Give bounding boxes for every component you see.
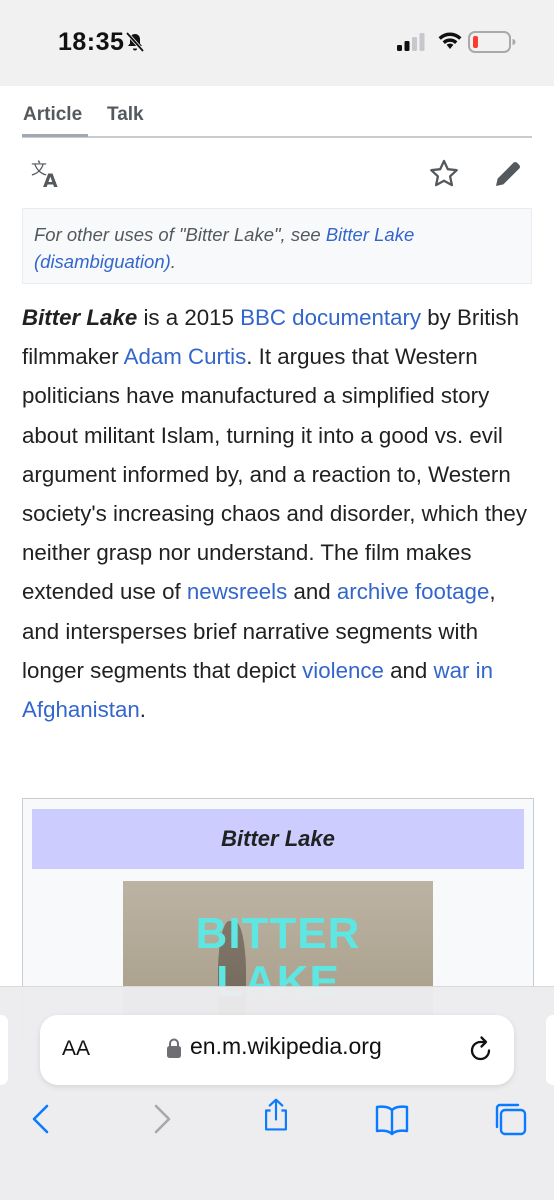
address-bar[interactable]: AA en.m.wikipedia.org [40, 1015, 514, 1085]
article-title-bold: Bitter Lake [22, 305, 138, 330]
link-newsreels[interactable]: newsreels [187, 579, 287, 604]
article-tabs: Article Talk [22, 86, 532, 138]
tabs-overview-icon[interactable] [492, 1101, 528, 1137]
battery-low-icon [468, 31, 516, 53]
link-adam-curtis[interactable]: Adam Curtis [124, 344, 247, 369]
cellular-signal-icon [397, 33, 425, 51]
svg-text:A: A [43, 170, 58, 190]
url-text[interactable]: en.m.wikipedia.org [190, 1033, 382, 1060]
reload-icon[interactable] [468, 1035, 494, 1063]
watch-star-icon[interactable] [428, 158, 460, 190]
lead-text: . It argues that Western politicians hav… [22, 344, 527, 605]
poster-title-line-1: BITTER [195, 909, 361, 958]
link-archive-footage[interactable]: archive footage [337, 579, 489, 604]
lead-text: and [287, 579, 337, 605]
lead-text: is a 2015 [137, 305, 241, 330]
status-bar: 18:35 [0, 0, 554, 86]
lead-paragraph: Bitter Lake is a 2015 BBC documentary by… [22, 298, 534, 729]
lead-text: . [139, 697, 146, 723]
wifi-icon [438, 32, 462, 49]
active-tab-indicator [22, 134, 88, 137]
translate-icon[interactable]: 文 A [30, 158, 64, 190]
link-bbc-documentary[interactable]: BBC documentary [240, 305, 421, 330]
hatnote: For other uses of "Bitter Lake", see Bit… [22, 208, 532, 284]
hatnote-suffix: . [170, 251, 176, 272]
hatnote-text: For other uses of "Bitter Lake", see [34, 224, 326, 245]
bell-muted-icon [125, 31, 145, 53]
lead-text: and [383, 657, 434, 683]
previous-tab-card[interactable] [0, 1015, 8, 1085]
back-icon[interactable] [24, 1101, 60, 1137]
forward-icon[interactable] [143, 1101, 179, 1137]
text-size-button[interactable]: AA [62, 1037, 90, 1061]
next-tab-card[interactable] [546, 1015, 554, 1085]
infobox-title: Bitter Lake [32, 809, 524, 869]
edit-pencil-icon[interactable] [492, 158, 524, 190]
tab-article[interactable]: Article [23, 104, 82, 126]
tab-talk[interactable]: Talk [107, 104, 144, 126]
status-time: 18:35 [58, 28, 125, 56]
lock-icon [167, 1038, 181, 1058]
browser-toolbar: AA en.m.wikipedia.org [0, 986, 554, 1200]
link-violence[interactable]: violence [302, 658, 384, 683]
bookmarks-book-icon[interactable] [374, 1101, 410, 1137]
share-icon[interactable] [258, 1097, 294, 1133]
